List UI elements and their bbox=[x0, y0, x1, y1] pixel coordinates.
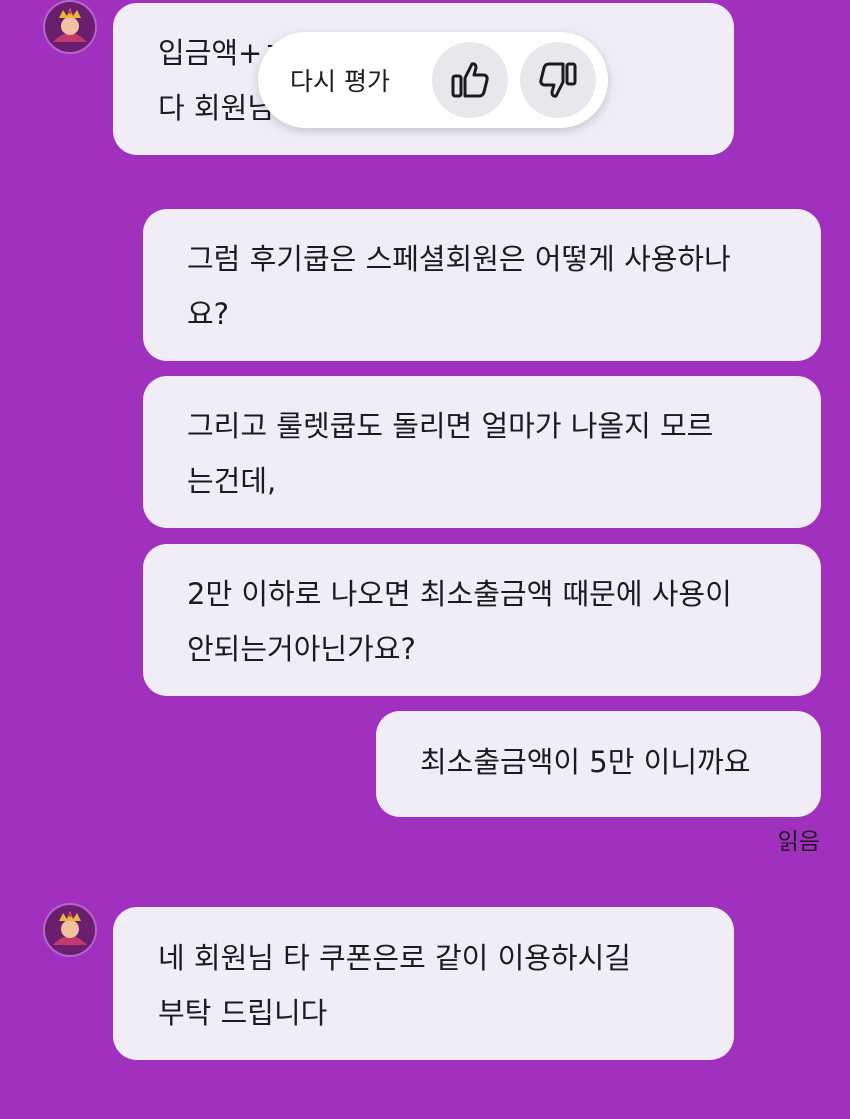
agent-message-bubble: 네 회원님 타 쿠폰은로 같이 이용하시길 부탁 드립니다 bbox=[113, 907, 734, 1060]
rating-label: 다시 평가 bbox=[290, 67, 390, 96]
rating-popup: 다시 평가 bbox=[258, 32, 608, 128]
message-line: 안되는거아닌가요? bbox=[187, 632, 416, 666]
agent-avatar[interactable] bbox=[45, 905, 95, 955]
message-line: 네 회원님 타 쿠폰은로 같이 이용하시길 bbox=[158, 941, 631, 975]
message-line: 그럼 후기쿱은 스페셜회원은 어떻게 사용하나 bbox=[187, 242, 731, 276]
message-line: 최소출금액이 5만 이니까요 bbox=[420, 745, 751, 779]
read-receipt: 읽음 bbox=[777, 829, 820, 855]
message-line: 2만 이하로 나오면 최소출금액 때문에 사용이 bbox=[187, 577, 732, 611]
user-message-bubble: 최소출금액이 5만 이니까요 bbox=[376, 711, 821, 817]
thumbs-up-button[interactable] bbox=[432, 42, 508, 118]
message-line: 부탁 드립니다 bbox=[158, 996, 328, 1030]
thumbs-down-icon bbox=[539, 62, 577, 98]
message-line: 그리고 룰렛쿱도 돌리면 얼마가 나올지 모르 bbox=[187, 409, 714, 443]
user-message-bubble: 그리고 룰렛쿱도 돌리면 얼마가 나올지 모르 는건데, bbox=[143, 376, 821, 528]
user-message-bubble: 2만 이하로 나오면 최소출금액 때문에 사용이 안되는거아닌가요? bbox=[143, 544, 821, 696]
thumbs-up-icon bbox=[451, 62, 489, 98]
message-line: 요? bbox=[187, 297, 230, 331]
thumbs-down-button[interactable] bbox=[520, 42, 596, 118]
message-line: 는건데, bbox=[187, 464, 277, 498]
agent-avatar[interactable] bbox=[45, 2, 95, 52]
user-message-bubble: 그럼 후기쿱은 스페셜회원은 어떻게 사용하나 요? bbox=[143, 209, 821, 361]
